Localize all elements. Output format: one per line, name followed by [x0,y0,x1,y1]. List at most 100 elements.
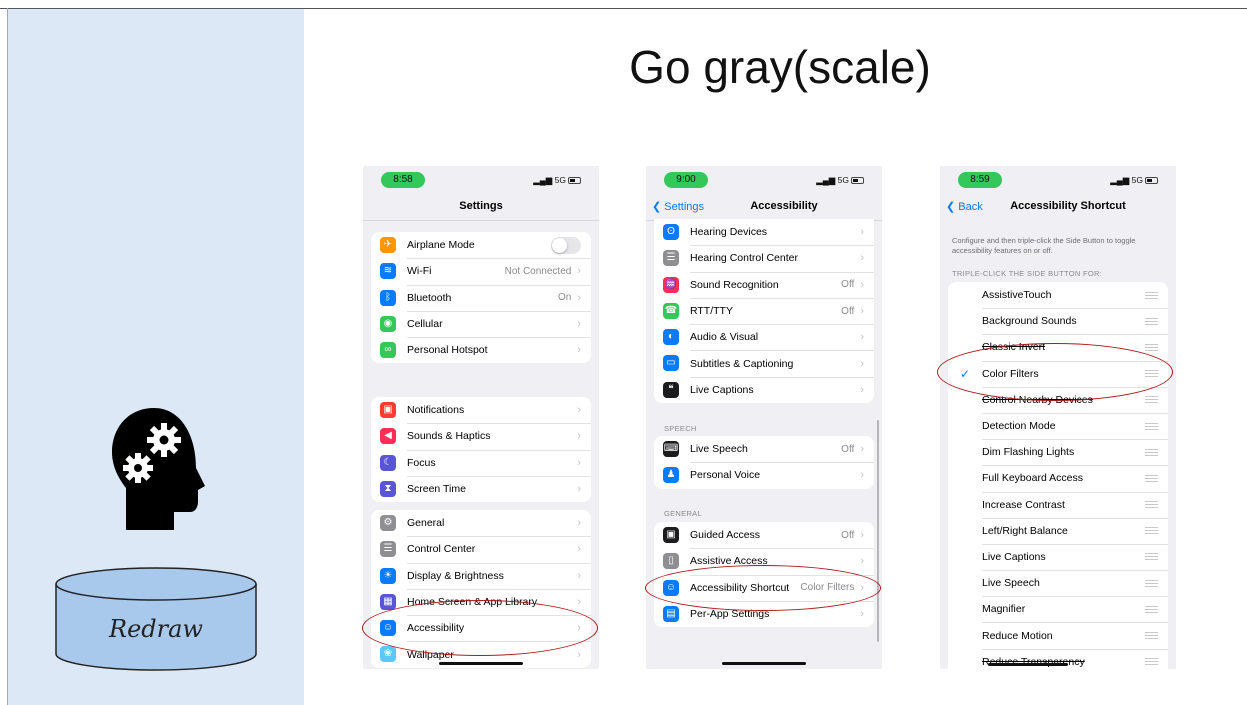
reorder-handle-icon[interactable] [1145,396,1158,404]
reorder-handle-icon[interactable] [1145,291,1158,299]
hotspot-icon: ∞ [380,342,396,359]
option-label: Dim Flashing Lights [982,446,1075,459]
row-label: Notifications [407,404,465,417]
chevron-right-icon: › [577,456,581,469]
settings-row-rtt-tty[interactable]: ☎ RTT/TTY Off › [654,297,874,324]
settings-row-live-speech[interactable]: ⌨ Live Speech Off › [654,436,874,462]
chevron-right-icon: › [577,291,581,304]
tty-icon: ☎ [663,302,679,319]
reorder-handle-icon[interactable] [1145,632,1158,640]
settings-row-audio-visual[interactable]: ◐ Audio & Visual › [654,324,874,350]
chevron-right-icon: › [860,252,864,265]
row-value: Not Connected [504,265,572,277]
battery-icon [851,177,864,185]
home-indicator[interactable] [439,662,523,665]
status-bar: 9:00 ▂▄▆ 5G [646,166,882,188]
settings-row-sound-recognition[interactable]: ♒ Sound Recognition Off › [654,271,874,298]
focus-moon-icon: ☾ [380,454,396,471]
shortcut-option-dim-flashing-lights[interactable]: Dim Flashing Lights [948,439,1168,465]
reorder-handle-icon[interactable] [1145,317,1158,325]
reorder-handle-icon[interactable] [1145,527,1158,535]
reorder-handle-icon[interactable] [1145,605,1158,613]
shortcut-option-live-speech[interactable]: Live Speech [948,570,1168,596]
reorder-handle-icon[interactable] [1145,422,1158,430]
home-indicator[interactable] [988,663,1068,666]
reorder-handle-icon[interactable] [1145,579,1158,587]
option-label: AssistiveTouch [982,289,1052,302]
settings-row-hearing-devices[interactable]: ʘ Hearing Devices › [654,219,874,245]
settings-row-hearing-control-center[interactable]: ☰ Hearing Control Center › [654,245,874,271]
row-value: Off [841,305,855,317]
shortcut-option-magnifier[interactable]: Magnifier [948,596,1168,622]
shortcut-option-assistivetouch[interactable]: AssistiveTouch [948,282,1168,308]
chevron-right-icon: › [860,331,864,344]
settings-row-focus[interactable]: ☾ Focus › [371,449,591,476]
settings-row-control-center[interactable]: ☰ Control Center › [371,536,591,562]
settings-row-sounds-haptics[interactable]: ◀ Sounds & Haptics › [371,423,591,449]
status-time: 8:58 [381,172,425,188]
chevron-right-icon: › [577,569,581,582]
settings-row-general[interactable]: ⚙ General › [371,510,591,536]
shortcut-option-left-right-balance[interactable]: Left/Right Balance [948,517,1168,544]
shortcut-option-increase-contrast[interactable]: Increase Contrast [948,491,1168,518]
settings-row-personal-hotspot[interactable]: ∞ Personal Hotspot › [371,337,591,363]
chevron-right-icon: › [860,469,864,482]
settings-row-personal-voice[interactable]: ♟ Personal Voice › [654,462,874,488]
battery-icon [1145,177,1158,185]
chevron-right-icon: › [577,483,581,496]
reorder-handle-icon[interactable] [1145,501,1158,509]
nav-title: Accessibility [750,200,818,212]
chevron-right-icon: › [577,543,581,556]
chevron-right-icon: › [860,357,864,370]
row-value: Off [841,529,855,541]
row-label: Airplane Mode [407,239,475,252]
shortcut-option-background-sounds[interactable]: Background Sounds [948,308,1168,334]
subtitles-icon: ▭ [663,355,679,372]
scrollbar[interactable] [877,420,879,642]
row-label: Audio & Visual [690,331,759,344]
chevron-left-icon: ❮ [652,201,665,213]
airplane-icon: ✈ [380,237,396,253]
row-label: Personal Hotspot [407,344,488,357]
reorder-handle-icon[interactable] [1145,474,1158,482]
shortcut-option-reduce-motion[interactable]: Reduce Motion [948,622,1168,648]
option-label: Live Captions [982,550,1046,563]
chevron-right-icon: › [860,608,864,621]
reorder-handle-icon[interactable] [1145,343,1158,351]
hourglass-icon: ⧗ [380,480,396,497]
settings-row-live-captions[interactable]: ❝ Live Captions › [654,376,874,403]
chevron-right-icon: › [860,226,864,239]
reorder-handle-icon[interactable] [1145,553,1158,561]
highlight-color-filters-ellipse [937,343,1173,401]
row-label: Live Speech [690,443,748,456]
settings-row-screen-time[interactable]: ⧗ Screen Time › [371,475,591,502]
row-value: Off [841,279,855,291]
settings-row-guided-access[interactable]: ▣ Guided Access Off › [654,522,874,548]
settings-row-notifications[interactable]: ▣ Notifications › [371,397,591,423]
home-screen-icon: ▦ [380,593,396,610]
settings-row-cellular[interactable]: ◉ Cellular › [371,310,591,337]
shortcut-option-live-captions[interactable]: Live Captions [948,543,1168,570]
airplane-mode-toggle[interactable] [551,236,581,254]
reorder-handle-icon[interactable] [1145,448,1158,456]
phone-accessibility-shortcut-screen: 8:59 ▂▄▆ 5G ❮ Back Accessibility Shortcu… [940,166,1176,669]
reorder-handle-icon[interactable] [1145,658,1158,666]
row-label: Live Captions [690,383,754,396]
home-indicator[interactable] [722,662,806,665]
shortcut-option-full-keyboard-access[interactable]: Full Keyboard Access [948,465,1168,491]
settings-row-wi-fi[interactable]: ≋ Wi-Fi Not Connected › [371,258,591,284]
chevron-right-icon: › [860,529,864,542]
chevron-right-icon: › [860,278,864,291]
ear-icon: ʘ [663,224,679,240]
settings-row-airplane-mode[interactable]: ✈ Airplane Mode [371,232,591,258]
option-label: Full Keyboard Access [982,472,1083,485]
triple-click-section-header: TRIPLE-CLICK THE SIDE BUTTON FOR: [952,269,1103,278]
lock-icon: ▣ [663,527,679,543]
row-label: Cellular [407,318,443,331]
settings-row-bluetooth[interactable]: ᛒ Bluetooth On › [371,284,591,311]
highlight-accessibility-ellipse [362,600,598,656]
settings-group-connectivity: ✈ Airplane Mode ≋ Wi-Fi Not Connected › ᛒ Bluet… [371,232,591,364]
settings-row-subtitles-captioning[interactable]: ▭ Subtitles & Captioning › [654,350,874,376]
settings-row-display-brightness[interactable]: ☀ Display & Brightness › [371,562,591,589]
shortcut-option-detection-mode[interactable]: Detection Mode [948,412,1168,439]
